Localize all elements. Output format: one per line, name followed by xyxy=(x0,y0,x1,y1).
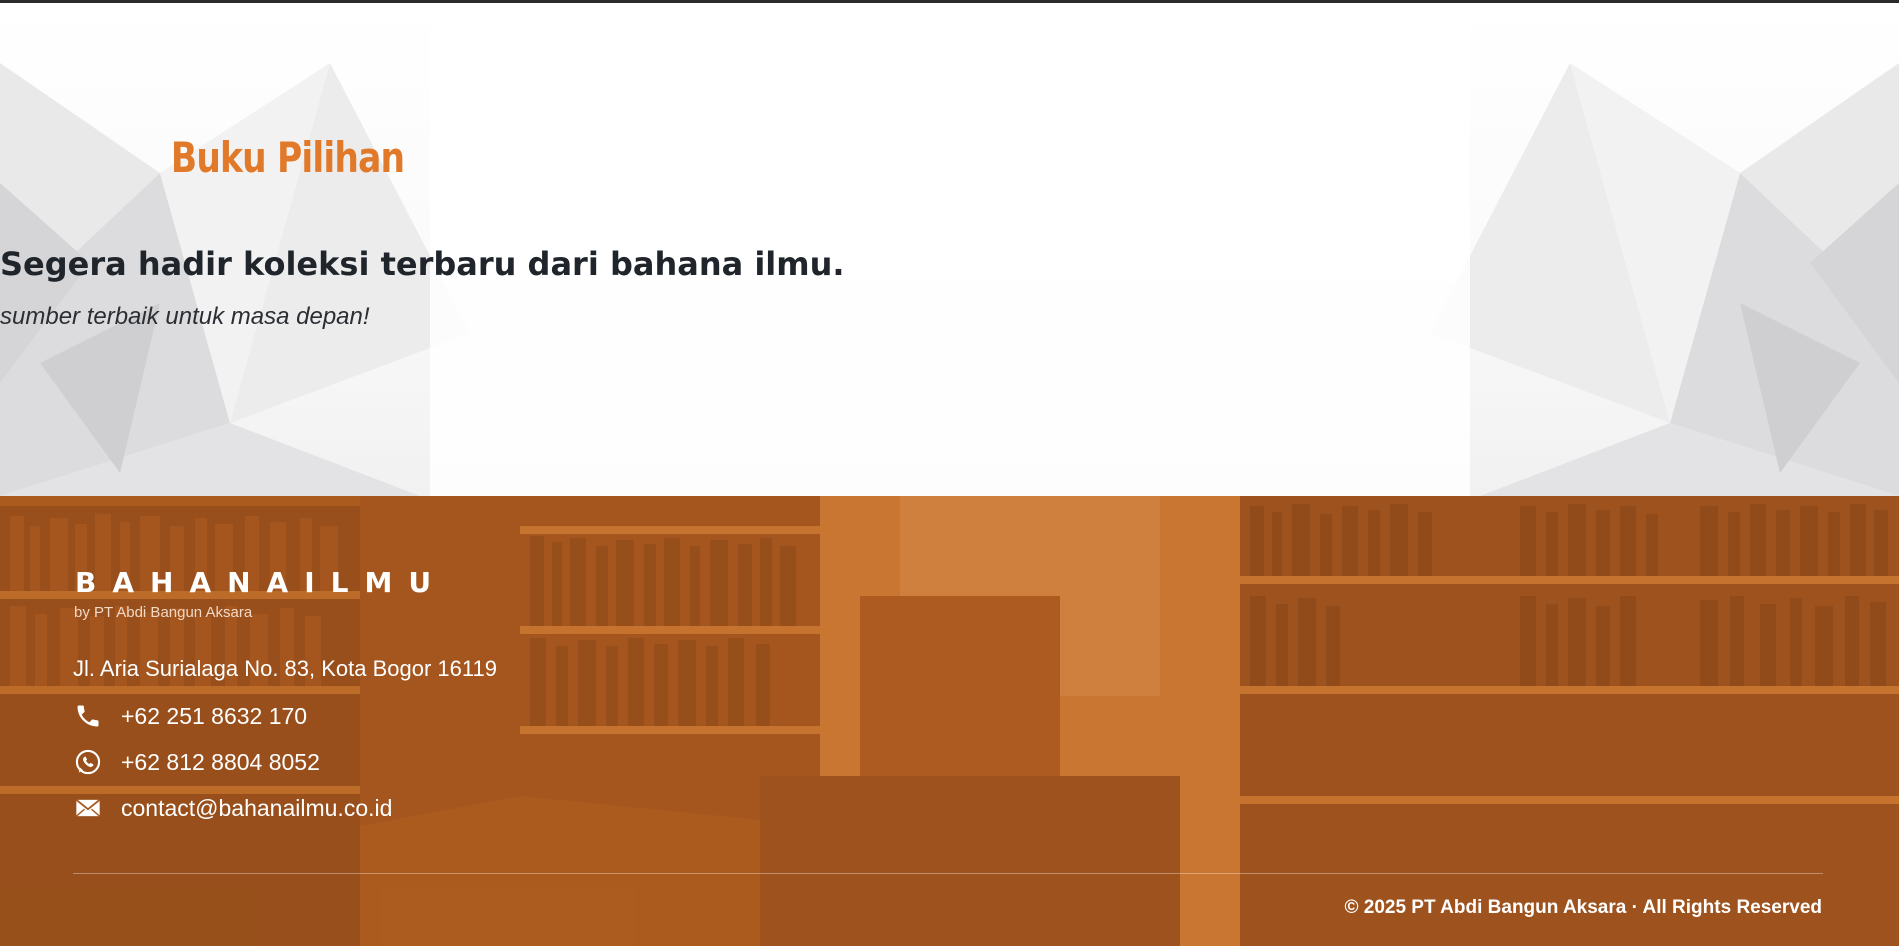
whatsapp-number: +62 812 8804 8052 xyxy=(121,748,320,775)
footer-brand-tagline: by PT Abdi Bangun Aksara xyxy=(74,604,253,621)
section-title: Buku Pilihan xyxy=(170,133,405,182)
email-link[interactable]: contact@bahanailmu.co.id xyxy=(121,795,392,822)
phone-number: +62 251 8632 170 xyxy=(121,702,308,729)
phone-icon xyxy=(73,701,103,731)
mail-icon xyxy=(73,793,103,823)
footer-address: Jl. Aria Surialaga No. 83, Kota Bogor 16… xyxy=(73,656,497,681)
footer-divider xyxy=(73,873,1823,874)
contact-phone[interactable]: +62 251 8632 170 xyxy=(73,701,307,731)
page: Buku Pilihan Segera hadir koleksi terbar… xyxy=(0,0,1899,946)
footer-brand-logo: BAHANAILMU xyxy=(75,566,448,599)
hero-subheading: sumber terbaik untuk masa depan! xyxy=(0,303,370,330)
footer: BAHANAILMU by PT Abdi Bangun Aksara Jl. … xyxy=(0,496,1899,946)
hero-heading: Segera hadir koleksi terbaru dari bahana… xyxy=(0,245,845,283)
contact-email[interactable]: contact@bahanailmu.co.id xyxy=(73,793,392,823)
contact-whatsapp[interactable]: +62 812 8804 8052 xyxy=(73,747,320,777)
copyright-text: © 2025 PT Abdi Bangun Aksara · All Right… xyxy=(1344,897,1822,918)
whatsapp-icon xyxy=(73,747,103,777)
hero-section: Buku Pilihan Segera hadir koleksi terbar… xyxy=(0,3,1899,496)
